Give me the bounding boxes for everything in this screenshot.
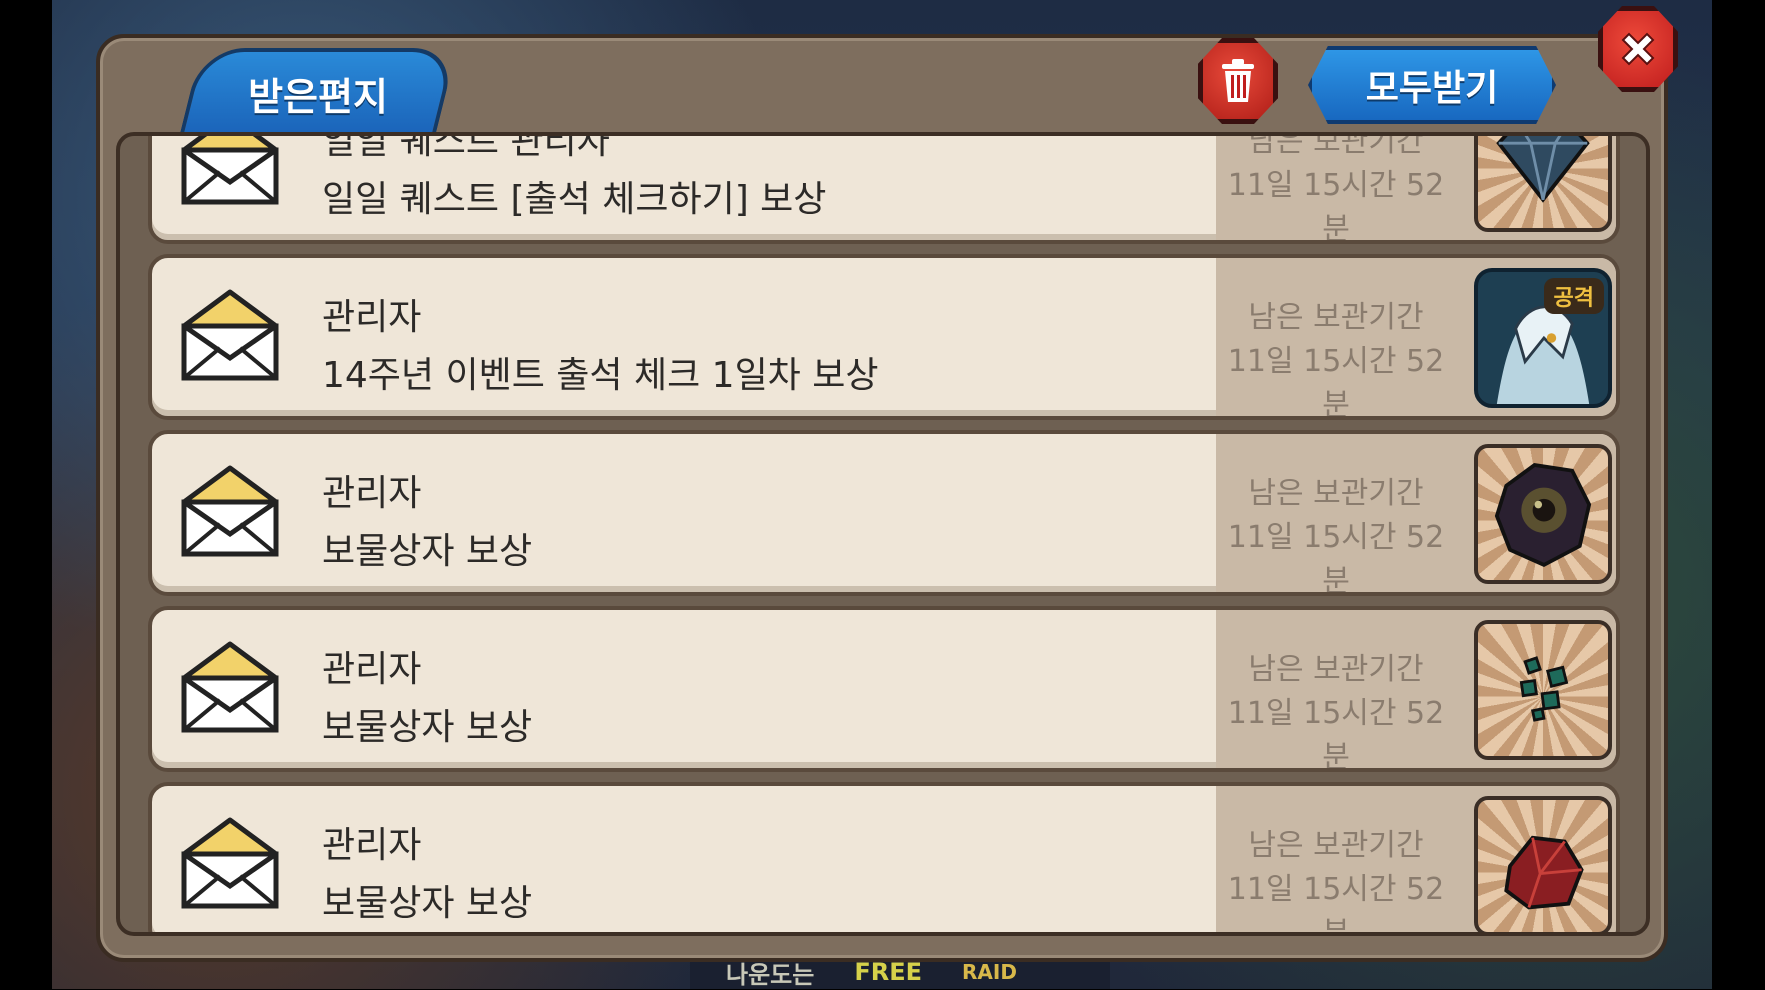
remaining-period-time: 11일 15시간 52분 xyxy=(1227,168,1445,244)
reward-item[interactable] xyxy=(1474,796,1612,932)
mail-sender: 관리자 xyxy=(322,825,422,866)
envelope-icon xyxy=(181,641,279,733)
green-gems-icon xyxy=(1519,656,1569,722)
mail-title: 14주년 이벤트 출석 체크 1일차 보상 xyxy=(322,355,879,396)
remaining-period-label: 남은 보관기간 xyxy=(1248,300,1424,335)
delete-button[interactable] xyxy=(1198,38,1278,124)
mail-title: 일일 퀘스트 [출석 체크하기] 보상 xyxy=(322,179,827,220)
mail-title: 보물상자 보상 xyxy=(322,531,533,572)
strip-item-raid: RAID xyxy=(962,960,1017,984)
remaining-period-label: 남은 보관기간 xyxy=(1248,828,1424,863)
close-icon xyxy=(1621,32,1655,66)
mail-row[interactable]: 관리자 보물상자 보상 남은 보관기간 11일 15시간 52분 xyxy=(148,606,1620,772)
mail-row[interactable]: 일일 퀘스트 관리자 일일 퀘스트 [출석 체크하기] 보상 남은 보관기간 1… xyxy=(148,132,1620,244)
mail-sender: 일일 퀘스트 관리자 xyxy=(322,132,610,162)
close-button[interactable] xyxy=(1598,6,1678,92)
reward-badge: 공격 xyxy=(1543,278,1604,314)
remaining-period-label: 남은 보관기간 xyxy=(1248,132,1424,159)
remaining-period-label: 남은 보관기간 xyxy=(1248,476,1424,511)
envelope-icon xyxy=(181,465,279,557)
envelope-icon xyxy=(181,289,279,381)
remaining-period-time: 11일 15시간 52분 xyxy=(1227,696,1445,772)
remaining-period-time: 11일 15시간 52분 xyxy=(1227,344,1445,420)
mail-title: 보물상자 보상 xyxy=(322,707,533,748)
remaining-period-label: 남은 보관기간 xyxy=(1248,652,1424,687)
mail-sender: 관리자 xyxy=(322,473,422,514)
reward-item[interactable] xyxy=(1474,136,1612,232)
diamond-icon xyxy=(1496,136,1590,203)
envelope-icon xyxy=(181,817,279,909)
remaining-period-time: 11일 15시간 52분 xyxy=(1227,872,1445,936)
strip-item-free: FREE xyxy=(854,958,922,986)
remaining-period-time: 11일 15시간 52분 xyxy=(1227,520,1445,596)
reward-item[interactable] xyxy=(1474,444,1612,584)
dark-orb-icon xyxy=(1494,463,1592,567)
mail-row[interactable]: 관리자 보물상자 보상 남은 보관기간 11일 15시간 52분 xyxy=(148,782,1620,936)
receive-all-button[interactable]: 모두받기 xyxy=(1308,46,1556,124)
mail-sender: 관리자 xyxy=(322,297,422,338)
red-ore-icon xyxy=(1504,835,1584,910)
mail-list[interactable]: 일일 퀘스트 관리자 일일 퀘스트 [출석 체크하기] 보상 남은 보관기간 1… xyxy=(116,132,1650,936)
envelope-icon xyxy=(181,136,279,205)
inbox-tab-label[interactable]: 받은편지 xyxy=(190,48,446,138)
trash-icon xyxy=(1222,59,1254,102)
mail-row[interactable]: 관리자 14주년 이벤트 출석 체크 1일차 보상 남은 보관기간 11일 15… xyxy=(148,254,1620,420)
reward-item[interactable]: 공격 xyxy=(1474,268,1612,408)
mail-title: 보물상자 보상 xyxy=(322,883,533,924)
mail-row[interactable]: 관리자 보물상자 보상 남은 보관기간 11일 15시간 52분 xyxy=(148,430,1620,596)
reward-item[interactable] xyxy=(1474,620,1612,760)
mail-sender: 관리자 xyxy=(322,649,422,690)
